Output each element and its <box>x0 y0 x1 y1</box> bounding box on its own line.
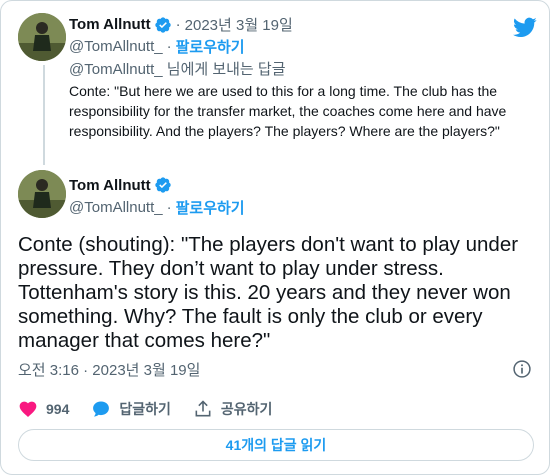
reply-tweet-subheader: @TomAllnutt_ · 팔로우하기 <box>69 36 245 57</box>
read-replies-button[interactable]: 41개의 답글 읽기 <box>18 429 534 461</box>
tweet-actions: 994 답글하기 공유하기 <box>18 399 294 419</box>
follow-button[interactable]: 팔로우하기 <box>176 197 245 218</box>
replying-to-label[interactable]: @TomAllnutt_ 님에게 보내는 답글 <box>69 58 286 79</box>
verified-badge-icon <box>154 176 172 194</box>
reply-tweet-text: Conte: "But here we are used to this for… <box>69 83 507 139</box>
verified-badge-icon <box>154 16 172 34</box>
tweet-embed-card: Tom Allnutt · 2023년 3월 19일 @TomAllnutt_ … <box>0 0 550 475</box>
share-button[interactable]: 공유하기 <box>193 399 273 419</box>
share-icon <box>193 399 213 419</box>
separator-dot: · <box>175 16 181 33</box>
share-label: 공유하기 <box>220 401 273 417</box>
author-name[interactable]: Tom Allnutt <box>69 177 151 194</box>
separator-dot: · <box>166 38 172 55</box>
main-tweet-text: Conte (shouting): "The players don't wan… <box>18 233 519 352</box>
reply-button[interactable]: 답글하기 <box>91 399 171 419</box>
like-count: 994 <box>46 401 70 417</box>
heart-icon <box>18 399 38 419</box>
reply-label: 답글하기 <box>119 401 171 417</box>
follow-button[interactable]: 팔로우하기 <box>176 36 245 57</box>
reply-bubble-icon <box>91 399 111 419</box>
author-handle[interactable]: @TomAllnutt_ <box>69 38 163 55</box>
main-tweet-header: Tom Allnutt <box>69 176 172 194</box>
author-name[interactable]: Tom Allnutt <box>69 16 151 33</box>
reply-tweet-header: Tom Allnutt · 2023년 3월 19일 <box>69 14 293 35</box>
avatar[interactable] <box>18 170 66 218</box>
like-button[interactable]: 994 <box>18 399 69 419</box>
tweet-date[interactable]: 2023년 3월 19일 <box>185 14 293 35</box>
author-handle[interactable]: @TomAllnutt_ <box>69 199 163 216</box>
thread-connector-line <box>43 65 45 165</box>
twitter-bird-icon[interactable] <box>513 15 537 39</box>
avatar[interactable] <box>18 13 66 61</box>
info-icon[interactable] <box>512 359 532 379</box>
separator-dot: · <box>166 199 172 216</box>
main-tweet-subheader: @TomAllnutt_ · 팔로우하기 <box>69 197 245 218</box>
tweet-timestamp[interactable]: 오전 3:16 · 2023년 3월 19일 <box>18 359 200 380</box>
